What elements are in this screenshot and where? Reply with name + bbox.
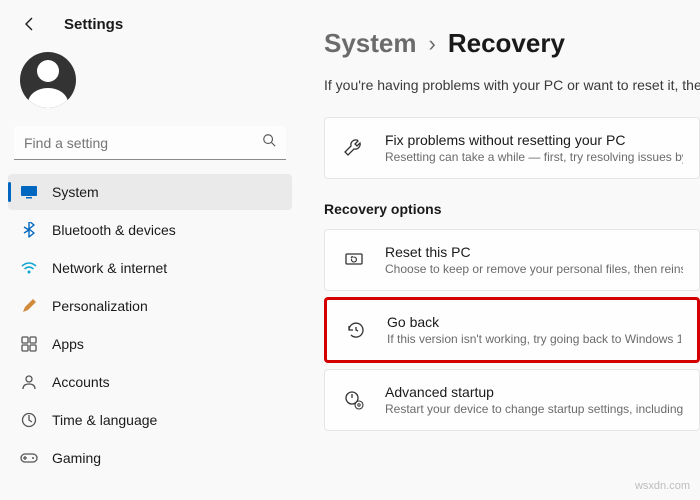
search-box[interactable] <box>14 126 286 160</box>
nav-item-accounts[interactable]: Accounts <box>8 364 292 400</box>
apps-icon <box>20 335 38 353</box>
breadcrumb-parent[interactable]: System <box>324 28 417 59</box>
wrench-icon <box>341 135 367 161</box>
gamepad-icon <box>20 449 38 467</box>
nav-label: Bluetooth & devices <box>52 222 176 238</box>
titlebar: Settings <box>8 14 292 44</box>
back-button[interactable] <box>20 14 40 34</box>
globe-clock-icon <box>20 411 38 429</box>
card-title: Fix problems without resetting your PC <box>385 132 683 148</box>
nav-item-time-language[interactable]: Time & language <box>8 402 292 438</box>
reset-pc-card[interactable]: Reset this PC Choose to keep or remove y… <box>324 229 700 291</box>
person-icon <box>20 373 38 391</box>
nav-label: Network & internet <box>52 260 167 276</box>
display-icon <box>20 183 38 201</box>
app-title: Settings <box>64 16 123 33</box>
card-subtitle: Choose to keep or remove your personal f… <box>385 262 683 276</box>
card-body: Advanced startup Restart your device to … <box>385 384 683 416</box>
intro-text: If you're having problems with your PC o… <box>324 77 700 93</box>
nav-item-bluetooth[interactable]: Bluetooth & devices <box>8 212 292 248</box>
advanced-startup-card[interactable]: Advanced startup Restart your device to … <box>324 369 700 431</box>
breadcrumb-current: Recovery <box>448 28 565 59</box>
card-title: Advanced startup <box>385 384 683 400</box>
card-subtitle: If this version isn't working, try going… <box>387 332 681 346</box>
search-input[interactable] <box>14 135 252 151</box>
nav-item-network[interactable]: Network & internet <box>8 250 292 286</box>
breadcrumb: System › Recovery <box>324 28 700 59</box>
nav-item-apps[interactable]: Apps <box>8 326 292 362</box>
card-body: Go back If this version isn't working, t… <box>387 314 681 346</box>
reset-icon <box>341 247 367 273</box>
watermark: wsxdn.com <box>635 480 690 492</box>
nav-label: Time & language <box>52 412 157 428</box>
settings-window: Settings System Bluetooth & devices Netw… <box>0 0 700 500</box>
nav-label: Apps <box>52 336 84 352</box>
nav-label: System <box>52 184 99 200</box>
nav-item-system[interactable]: System <box>8 174 292 210</box>
bluetooth-icon <box>20 221 38 239</box>
nav-list: System Bluetooth & devices Network & int… <box>8 174 292 476</box>
nav-item-personalization[interactable]: Personalization <box>8 288 292 324</box>
search-icon <box>252 133 286 152</box>
card-subtitle: Restart your device to change startup se… <box>385 402 683 416</box>
history-icon <box>343 317 369 343</box>
main-content: System › Recovery If you're having probl… <box>300 0 700 500</box>
card-body: Fix problems without resetting your PC R… <box>385 132 683 164</box>
avatar <box>20 52 76 108</box>
sidebar: Settings System Bluetooth & devices Netw… <box>0 0 300 500</box>
card-title: Reset this PC <box>385 244 683 260</box>
nav-label: Personalization <box>52 298 148 314</box>
fix-problems-card[interactable]: Fix problems without resetting your PC R… <box>324 117 700 179</box>
wifi-icon <box>20 259 38 277</box>
card-body: Reset this PC Choose to keep or remove y… <box>385 244 683 276</box>
go-back-card[interactable]: Go back If this version isn't working, t… <box>324 297 700 363</box>
card-subtitle: Resetting can take a while — first, try … <box>385 150 683 164</box>
power-gear-icon <box>341 387 367 413</box>
nav-item-gaming[interactable]: Gaming <box>8 440 292 476</box>
paintbrush-icon <box>20 297 38 315</box>
arrow-left-icon <box>22 16 38 32</box>
chevron-right-icon: › <box>429 31 436 57</box>
nav-label: Gaming <box>52 450 101 466</box>
card-title: Go back <box>387 314 681 330</box>
nav-label: Accounts <box>52 374 110 390</box>
section-title: Recovery options <box>324 201 700 217</box>
account-header[interactable] <box>8 44 292 126</box>
